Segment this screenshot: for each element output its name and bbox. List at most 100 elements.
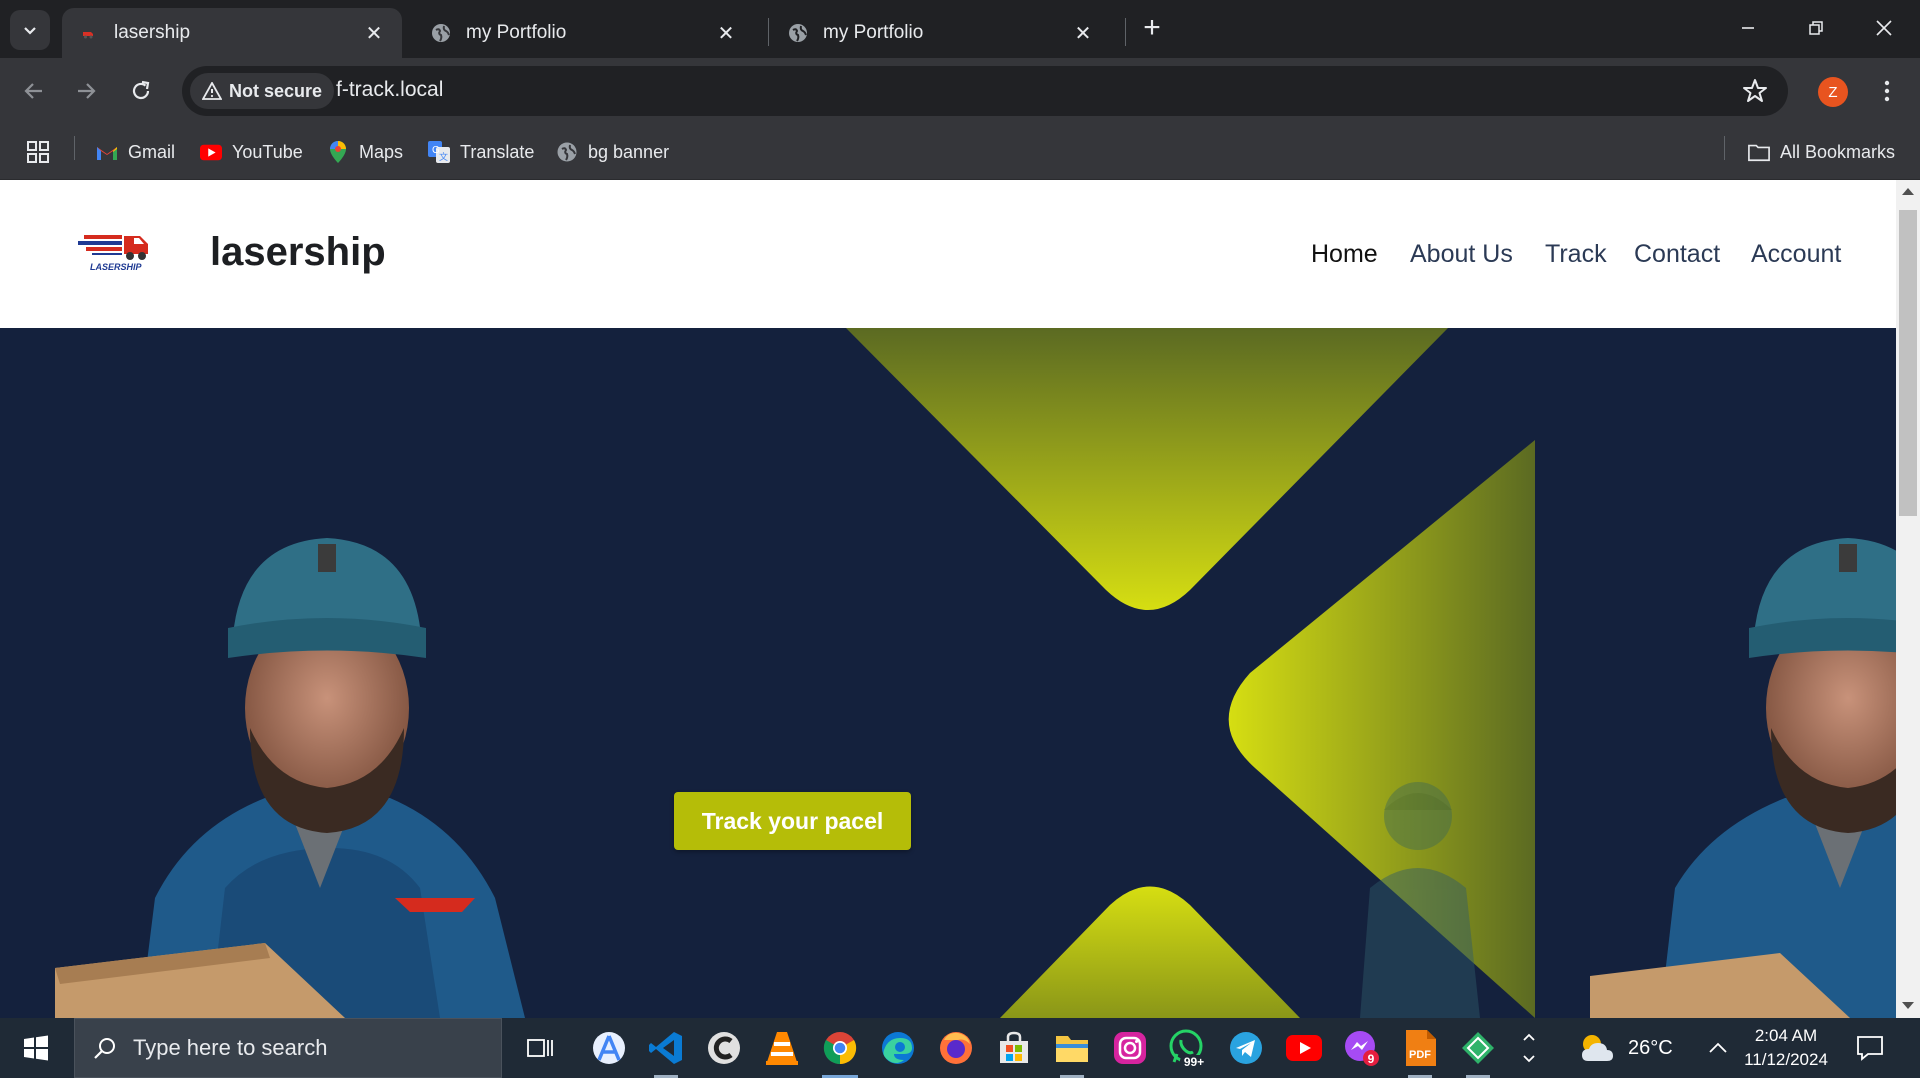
warning-icon (202, 82, 222, 100)
taskbar-instagram[interactable] (1110, 1028, 1150, 1068)
green-diamond-app-icon (1462, 1032, 1494, 1064)
bookmark-gmail[interactable]: Gmail (96, 137, 175, 167)
new-tab-button[interactable]: + (1138, 11, 1166, 44)
windows-logo-icon (24, 1035, 48, 1061)
whatsapp-badge: 99+ (1184, 1055, 1204, 1068)
taskbar-edge[interactable] (878, 1028, 918, 1068)
tab-search-button[interactable] (10, 10, 50, 50)
weather-partly-cloudy-icon (1582, 1035, 1613, 1061)
bookmarks-bar: Gmail YouTube Maps G文 Translate bg banne… (0, 124, 1920, 180)
vscode-icon (649, 1032, 682, 1064)
bookmark-label: YouTube (232, 141, 303, 162)
scroll-up-arrow-icon[interactable] (1902, 188, 1914, 195)
svg-text:文: 文 (439, 151, 448, 162)
close-tab-icon[interactable]: ✕ (714, 21, 738, 45)
nav-link-contact[interactable]: Contact (1634, 240, 1720, 269)
taskbar-whatsapp[interactable]: 99+ (1168, 1028, 1208, 1068)
nav-link-about-us[interactable]: About Us (1410, 240, 1513, 269)
taskbar-clock[interactable]: 2:04 AM 11/12/2024 (1736, 1024, 1836, 1072)
start-button[interactable] (0, 1018, 72, 1078)
site-brand-name[interactable]: lasership (210, 230, 386, 275)
show-hidden-icons-button[interactable] (1708, 1018, 1728, 1078)
page-scrollbar[interactable] (1896, 180, 1920, 1018)
android-studio-icon (593, 1032, 625, 1064)
bookmark-separator (1724, 136, 1725, 160)
apps-button[interactable] (26, 137, 50, 167)
whatsapp-icon: 99+ (1169, 1029, 1208, 1068)
scrollbar-thumb[interactable] (1899, 210, 1917, 516)
all-bookmarks-button[interactable]: All Bookmarks (1748, 137, 1895, 167)
globe-icon (430, 22, 452, 44)
taskbar-youtube[interactable] (1284, 1028, 1324, 1068)
tab-separator (768, 18, 769, 46)
bookmark-label: Translate (460, 141, 535, 162)
bookmark-star-icon[interactable] (1742, 78, 1768, 104)
notification-chat-icon (1857, 1036, 1883, 1061)
scroll-down-arrow-icon[interactable] (1902, 1002, 1914, 1009)
weather-widget[interactable]: 26°C (1578, 1018, 1673, 1078)
track-parcel-button[interactable]: Track your pacel (674, 792, 911, 850)
close-window-button[interactable] (1854, 8, 1914, 48)
address-bar[interactable]: Not secure f-track.local (182, 66, 1788, 116)
close-icon (1876, 20, 1892, 36)
taskbar-messenger[interactable]: 9 (1342, 1028, 1382, 1068)
task-view-button[interactable] (520, 1028, 560, 1068)
taskbar-ms-store[interactable] (994, 1028, 1034, 1068)
hero-banner: Track your pacel (0, 328, 1896, 1018)
forward-button[interactable] (66, 71, 106, 111)
taskbar-android-studio[interactable] (589, 1028, 629, 1068)
delivery-man-left (55, 538, 525, 1018)
taskbar-firefox[interactable] (936, 1028, 976, 1068)
nav-link-account[interactable]: Account (1751, 240, 1841, 269)
youtube-icon (1286, 1035, 1322, 1061)
bookmark-bg-banner[interactable]: bg banner (556, 137, 669, 167)
taskbar-ccleaner[interactable] (704, 1028, 744, 1068)
firefox-icon (940, 1032, 972, 1064)
taskbar-vscode[interactable] (646, 1028, 686, 1078)
taskbar-search[interactable]: Type here to search (74, 1018, 502, 1078)
tray-overflow-scroller[interactable] (1518, 1018, 1540, 1078)
logo-wordmark: LASERSHIP (90, 262, 143, 272)
taskbar-file-explorer[interactable] (1052, 1028, 1092, 1078)
back-button[interactable] (14, 71, 54, 111)
tab-strip: lasership ✕ my Portfolio ✕ my Portfolio … (0, 0, 1920, 58)
security-chip-label: Not secure (229, 80, 323, 101)
bookmark-youtube[interactable]: YouTube (200, 137, 303, 167)
reload-button[interactable] (121, 71, 161, 111)
nav-link-home[interactable]: Home (1311, 240, 1378, 269)
minimize-button[interactable] (1718, 8, 1778, 48)
nav-link-track[interactable]: Track (1545, 240, 1607, 269)
security-chip[interactable]: Not secure (190, 73, 335, 109)
vlc-icon (766, 1032, 798, 1065)
close-tab-icon[interactable]: ✕ (362, 21, 386, 45)
clock-date: 11/12/2024 (1744, 1050, 1828, 1069)
bookmark-translate[interactable]: G文 Translate (428, 137, 534, 167)
windows-taskbar: Type here to search 99+ 9 PDF 26°C 2:04 … (0, 1018, 1920, 1078)
chevron-up-icon (1523, 1033, 1535, 1041)
profile-avatar[interactable]: Z (1818, 77, 1848, 107)
taskbar-pdf-reader[interactable]: PDF (1400, 1028, 1440, 1078)
tab-separator (1125, 18, 1126, 46)
globe-icon (787, 22, 809, 44)
tab-title: lasership (114, 22, 191, 43)
bookmark-maps[interactable]: Maps (327, 137, 403, 167)
tab-portfolio-1[interactable]: my Portfolio ✕ (414, 8, 754, 58)
taskbar-app-green[interactable] (1458, 1028, 1498, 1078)
taskbar-vlc[interactable] (762, 1028, 802, 1068)
hero-shape-bottom (1000, 886, 1300, 1018)
arrow-left-icon (24, 83, 42, 99)
chrome-icon (823, 1032, 857, 1065)
tab-title: my Portfolio (466, 22, 567, 43)
tab-lasership[interactable]: lasership ✕ (62, 8, 402, 58)
tab-portfolio-2[interactable]: my Portfolio ✕ (771, 8, 1111, 58)
restore-button[interactable] (1786, 8, 1846, 48)
notifications-button[interactable] (1856, 1018, 1884, 1078)
browser-menu-button[interactable] (1872, 73, 1902, 109)
weather-temp: 26°C (1628, 1036, 1673, 1059)
site-logo[interactable]: LASERSHIP (76, 222, 156, 278)
bookmark-label: bg banner (588, 141, 670, 162)
close-tab-icon[interactable]: ✕ (1071, 21, 1095, 45)
telegram-icon (1230, 1032, 1262, 1064)
taskbar-telegram[interactable] (1226, 1028, 1266, 1068)
taskbar-chrome[interactable] (820, 1028, 860, 1078)
